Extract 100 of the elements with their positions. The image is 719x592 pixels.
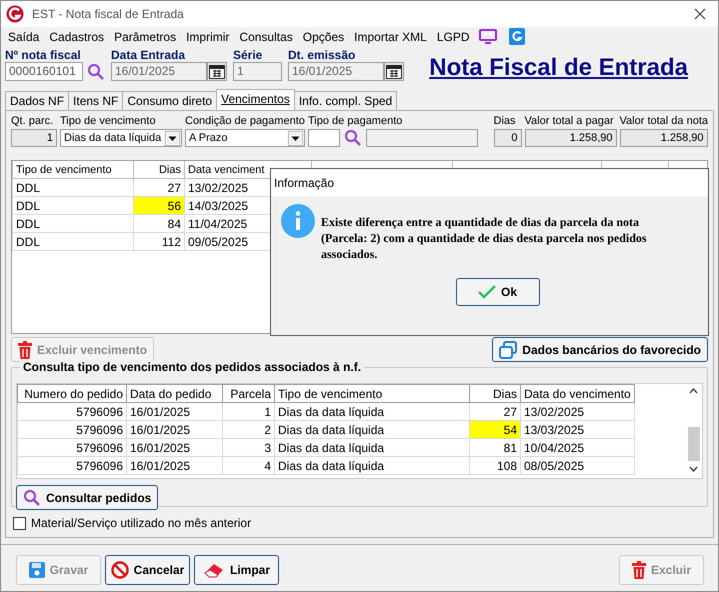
menu-item[interactable]: Imprimir [183, 30, 236, 44]
input-field: 1.258,90 [524, 129, 617, 147]
menu-item[interactable]: Cadastros [46, 30, 112, 44]
input-field[interactable]: 16/01/2025 [288, 62, 384, 81]
field-label: Série [233, 48, 264, 62]
column-header[interactable]: Data do pedido [126, 384, 222, 402]
consult-orders-button[interactable]: Consultar pedidos [16, 485, 158, 510]
eraser-icon [202, 562, 225, 578]
field-label: Dias [494, 115, 517, 129]
table-cell: 13/02/2025 [520, 402, 634, 420]
table-cell: 2 [222, 420, 274, 438]
caret-icon [288, 130, 303, 146]
table-cell: 5796096 [18, 402, 126, 420]
calendar-icon [386, 64, 402, 78]
monitor-icon [478, 28, 497, 44]
table-cell: Dias da data líquida [274, 438, 470, 456]
column-header[interactable]: Tipo de vencimento [274, 384, 470, 402]
table-cell: 108 [470, 456, 520, 474]
field-label: Tipo de pagamento [308, 115, 404, 129]
tab[interactable]: Info. compl. Sped [294, 91, 398, 110]
column-header[interactable]: Numero do pedido [18, 384, 126, 402]
field-label: Qt. parc. [11, 115, 54, 129]
cancel-button[interactable]: Cancelar [105, 555, 190, 585]
table-cell: 56 [134, 196, 184, 214]
field-label: Tipo de vencimento [60, 115, 157, 129]
checkbox-label: Material/Serviço utilizado no mês anterior [31, 516, 252, 530]
dropdown[interactable]: Dias da data líquida [60, 129, 182, 147]
table-cell: 112 [134, 232, 184, 250]
column-header[interactable]: Dias [470, 384, 520, 402]
scroll-up-icon [689, 388, 698, 394]
field-label: Condição de pagamento [185, 115, 305, 129]
table-cell: 13/03/2025 [520, 420, 634, 438]
table-cell: 16/01/2025 [126, 420, 222, 438]
table-cell: 81 [470, 438, 520, 456]
tab[interactable]: Vencimentos [216, 89, 295, 110]
table-cell: DDL [12, 232, 134, 250]
search-icon[interactable] [87, 62, 105, 80]
window-title: EST - Nota fiscal de Entrada [32, 7, 185, 21]
table-cell: 16/01/2025 [126, 402, 222, 420]
input-field[interactable]: 1 [233, 62, 282, 81]
table-cell: 3 [222, 438, 274, 456]
menu-item[interactable]: Opções [300, 30, 352, 44]
close-icon [694, 8, 706, 20]
input-field: 1.258,90 [620, 129, 708, 147]
field-label: Valor total a pagar [524, 115, 615, 129]
menu-item[interactable]: Consultas [236, 30, 300, 44]
search-icon[interactable] [344, 129, 362, 147]
checkmark-icon [478, 285, 496, 299]
field-label: Nº nota fiscal [5, 48, 82, 62]
table-cell: DDL [12, 178, 134, 196]
input-field[interactable]: 16/01/2025 [111, 62, 207, 81]
copy-icon [499, 340, 518, 358]
prohibited-icon [110, 561, 129, 579]
field-label: Valor total da nota [620, 115, 708, 129]
table-cell: 16/01/2025 [126, 456, 222, 474]
table-cell: Dias da data líquida [274, 456, 470, 474]
app-logo-icon [6, 5, 24, 23]
scroll-down-icon [689, 466, 698, 472]
column-header[interactable]: Parcela [222, 384, 274, 402]
table-cell: Dias da data líquida [274, 402, 470, 420]
bank-details-button[interactable]: Dados bancários do favorecido [492, 337, 708, 362]
table-cell: 5796096 [18, 456, 126, 474]
group-title: Consulta tipo de vencimento dos pedidos associados à n.f. [20, 360, 364, 374]
column-header[interactable]: Dias [134, 161, 184, 178]
input-field: 1 [11, 129, 57, 147]
table-cell: 1 [222, 402, 274, 420]
input-field[interactable] [308, 129, 340, 147]
column-header[interactable]: Data do vencimento [520, 384, 634, 402]
field-label: Dt. emissão [288, 48, 356, 62]
column-header[interactable]: Tipo de vencimento [12, 161, 134, 178]
ok-button[interactable]: Ok [456, 278, 540, 306]
caret-icon [165, 130, 180, 146]
field-label: Data Entrada [111, 48, 186, 62]
table-cell: 08/05/2025 [520, 456, 634, 474]
table-cell: Dias da data líquida [274, 420, 470, 438]
calendar-button[interactable] [207, 62, 227, 81]
table-cell: 16/01/2025 [126, 438, 222, 456]
calendar-button[interactable] [384, 62, 404, 81]
search-icon [23, 488, 41, 506]
table-cell: DDL [12, 196, 134, 214]
page-title: Nota Fiscal de Entrada [429, 54, 688, 82]
dropdown[interactable]: A Prazo [185, 129, 305, 147]
tab[interactable]: Dados NF [5, 91, 70, 110]
table-cell: DDL [12, 214, 134, 232]
menu-item[interactable]: Importar XML [351, 30, 434, 44]
trash-icon [632, 561, 646, 579]
table-cell: 10/04/2025 [520, 438, 634, 456]
checkbox[interactable] [13, 516, 26, 530]
trash-icon [18, 340, 32, 358]
scroll-thumb[interactable] [688, 427, 700, 461]
table-cell: 5796096 [18, 438, 126, 456]
menu-item[interactable]: Parâmetros [111, 30, 184, 44]
table-cell: 54 [470, 420, 520, 438]
clear-button[interactable]: Limpar [194, 555, 279, 585]
input-field[interactable]: 0000160101 [5, 62, 83, 81]
input-field: 0 [494, 129, 522, 147]
menu-item[interactable]: LGPD [434, 30, 477, 44]
info-icon [281, 204, 315, 238]
table-cell: 4 [222, 456, 274, 474]
menu-item[interactable]: Saída [5, 30, 46, 44]
